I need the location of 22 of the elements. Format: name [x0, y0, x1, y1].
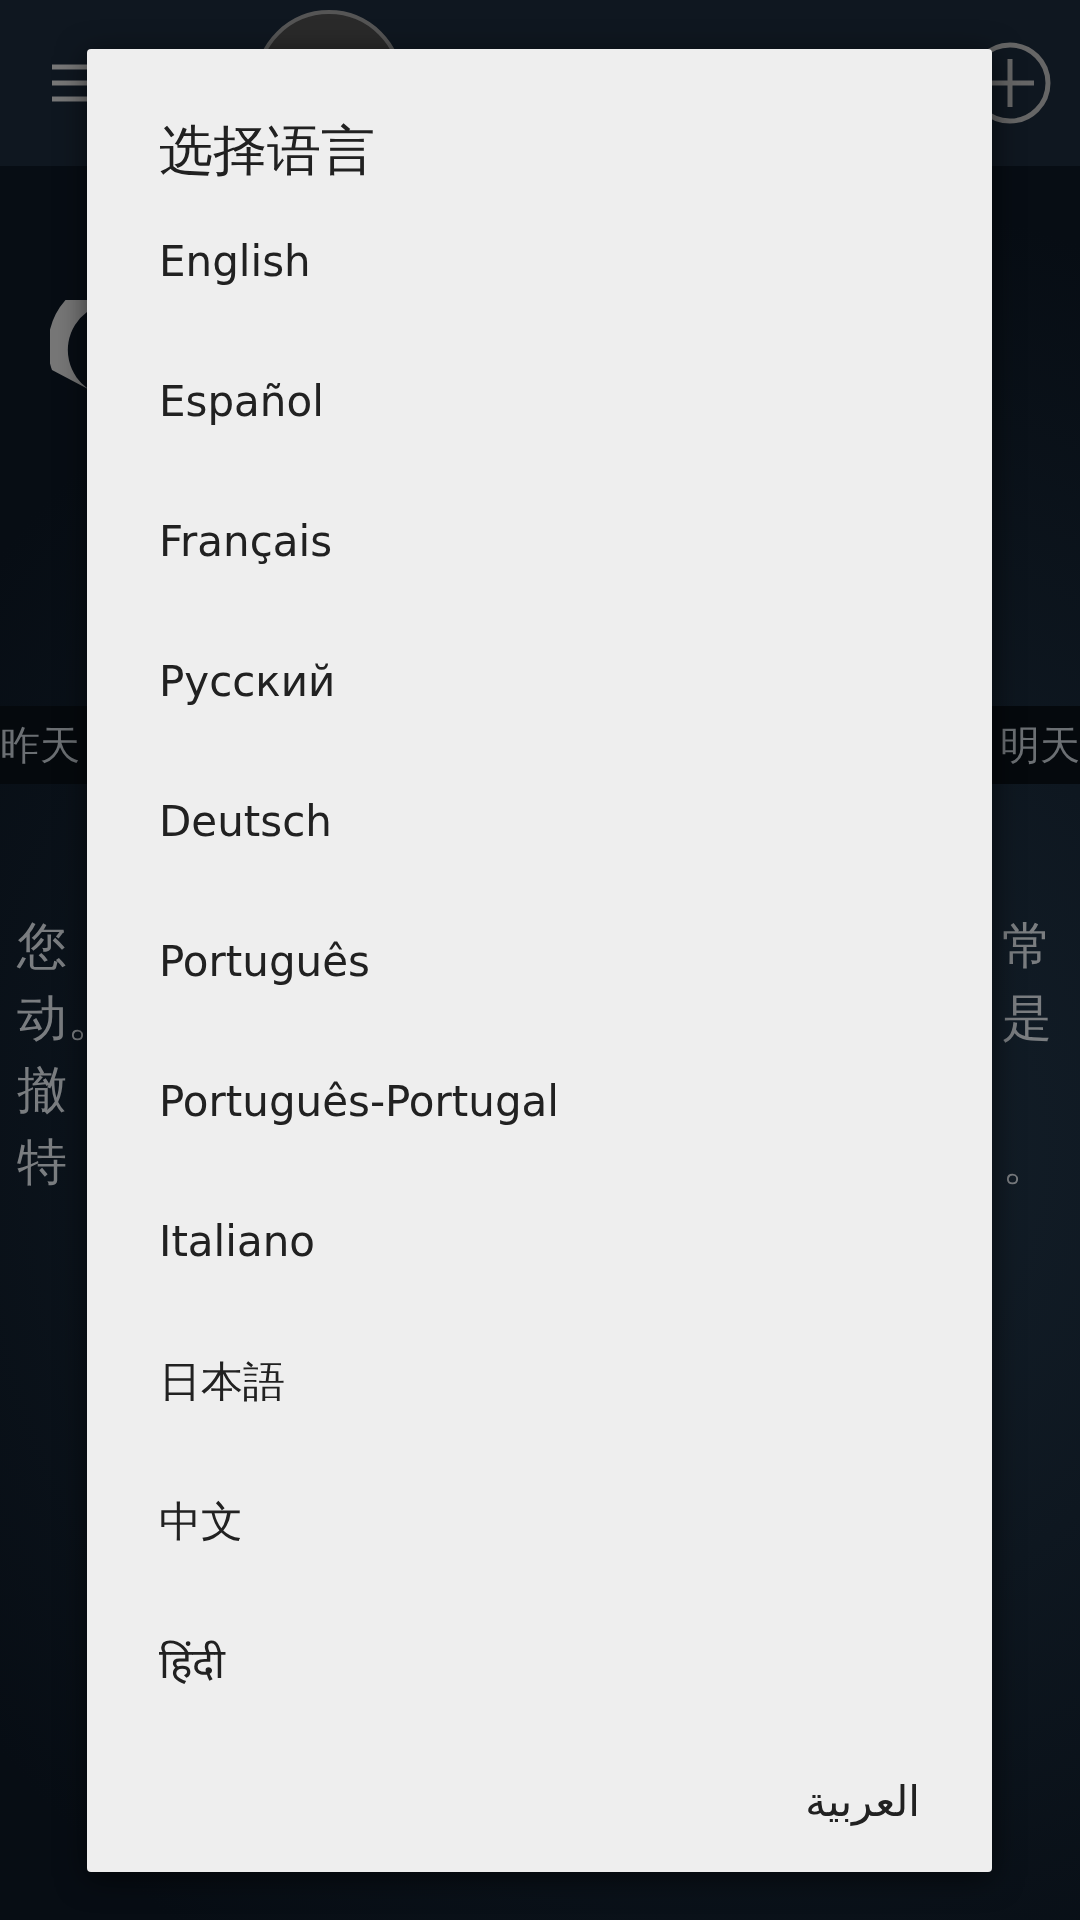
language-option[interactable]: हिंदी: [159, 1591, 920, 1732]
language-option[interactable]: Italiano: [159, 1171, 920, 1312]
language-option[interactable]: Português: [159, 891, 920, 1032]
language-option[interactable]: 日本語: [159, 1311, 920, 1452]
language-option[interactable]: 中文: [159, 1451, 920, 1592]
paragraph-fragment: 您: [17, 916, 68, 977]
language-option[interactable]: العربية: [159, 1731, 920, 1872]
language-option[interactable]: Español: [159, 331, 920, 472]
language-option[interactable]: Português-Portugal: [159, 1031, 920, 1172]
previous-day-link[interactable]: 昨天: [0, 717, 80, 773]
paragraph-fragment: 。: [1002, 1132, 1052, 1193]
language-option[interactable]: Français: [159, 471, 920, 612]
paragraph-fragment: 动。: [17, 988, 117, 1049]
dialog-title: 选择语言: [159, 118, 376, 184]
language-option[interactable]: English: [159, 191, 920, 332]
language-option[interactable]: Русский: [159, 611, 920, 752]
next-day-link[interactable]: 明天: [1000, 717, 1080, 773]
paragraph-fragment: 是: [1002, 988, 1052, 1049]
paragraph-fragment: 常: [1002, 916, 1052, 977]
language-option[interactable]: Deutsch: [159, 751, 920, 892]
paragraph-fragment: 撤: [17, 1060, 68, 1121]
paragraph-fragment: 特: [17, 1132, 68, 1193]
